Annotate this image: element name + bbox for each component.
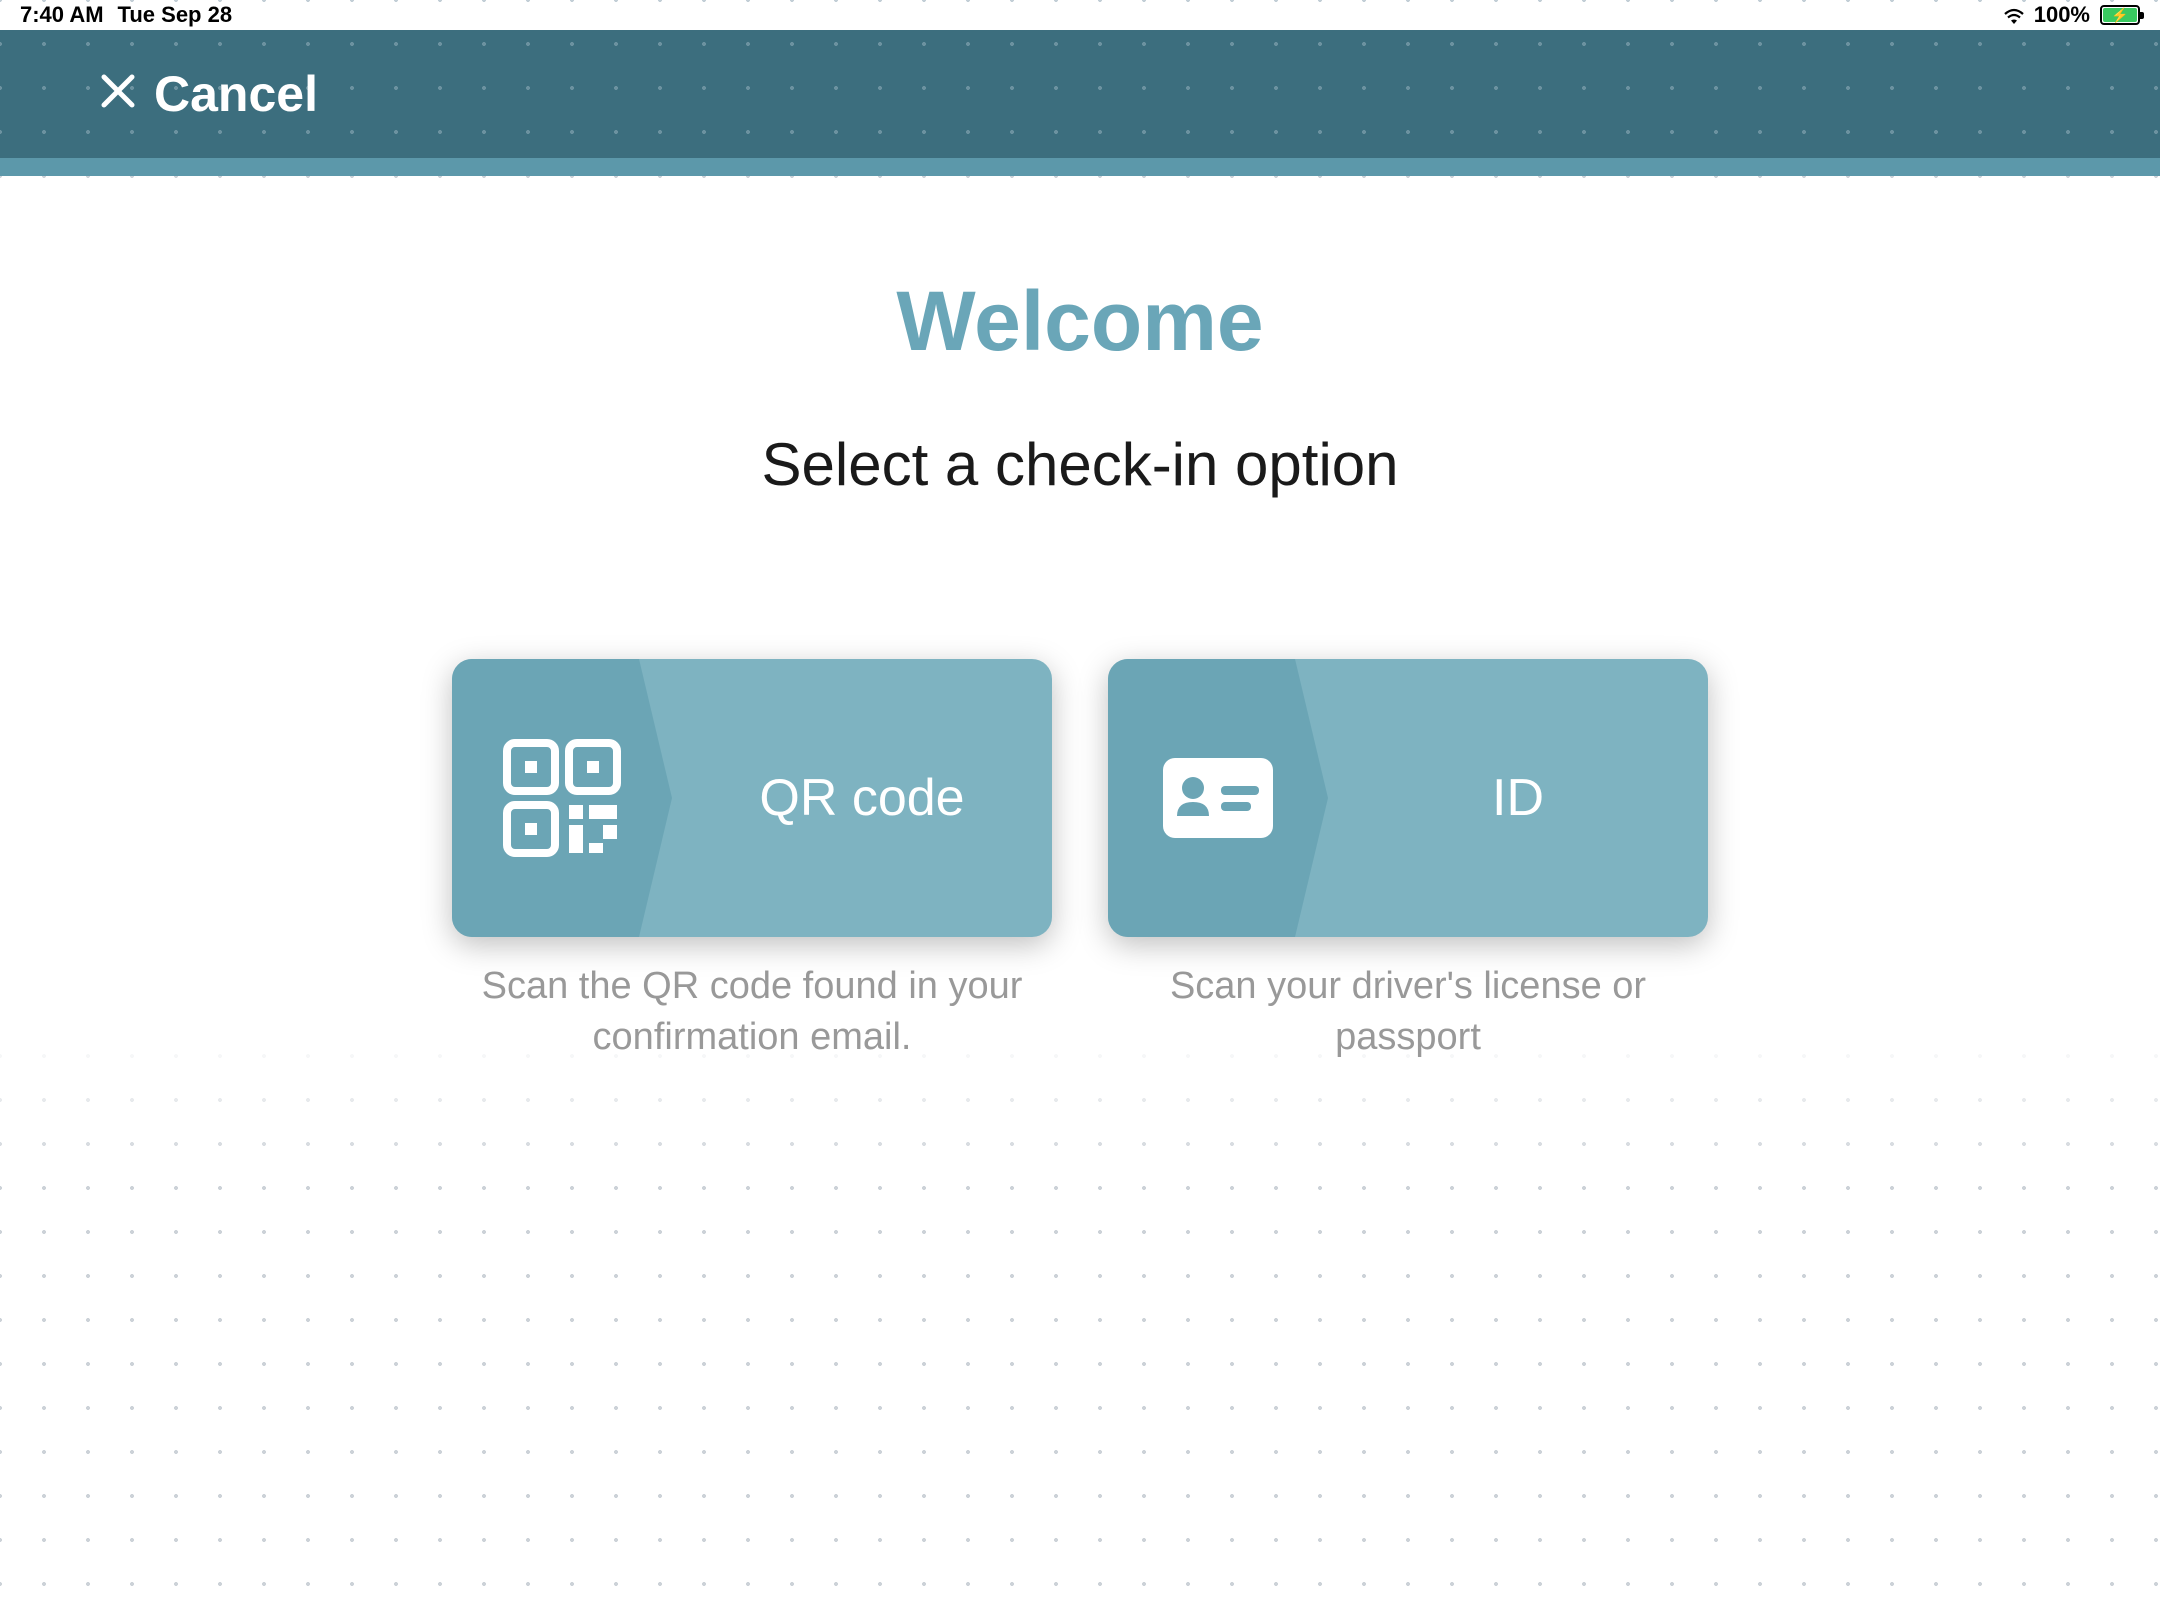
battery-icon: ⚡ [2100,5,2140,25]
battery-percent: 100% [2034,2,2090,28]
close-icon [100,73,136,116]
qr-code-label: QR code [759,768,964,828]
wifi-icon [2002,6,2026,24]
options-row: QR code Scan the QR code found in your c… [0,659,2160,1064]
option-group-id: ID Scan your driver's license or passpor… [1108,659,1708,1064]
qr-code-button[interactable]: QR code [452,659,1052,937]
header-bar: Cancel [0,30,2160,158]
status-time: 7:40 AM [20,2,104,28]
id-label: ID [1492,768,1544,828]
page-subtitle: Select a check-in option [0,430,2160,499]
main-content: Welcome Select a check-in option [0,158,2160,1064]
status-date: Tue Sep 28 [118,2,233,28]
status-bar: 7:40 AM Tue Sep 28 100% ⚡ [0,0,2160,30]
qr-code-icon [503,739,621,857]
welcome-title: Welcome [0,273,2160,370]
id-card-icon [1163,758,1273,838]
id-button[interactable]: ID [1108,659,1708,937]
cancel-button[interactable]: Cancel [100,65,318,123]
cancel-label: Cancel [154,65,318,123]
qr-code-description: Scan the QR code found in your confirmat… [472,961,1032,1064]
option-group-qr: QR code Scan the QR code found in your c… [452,659,1052,1064]
id-description: Scan your driver's license or passport [1128,961,1688,1064]
